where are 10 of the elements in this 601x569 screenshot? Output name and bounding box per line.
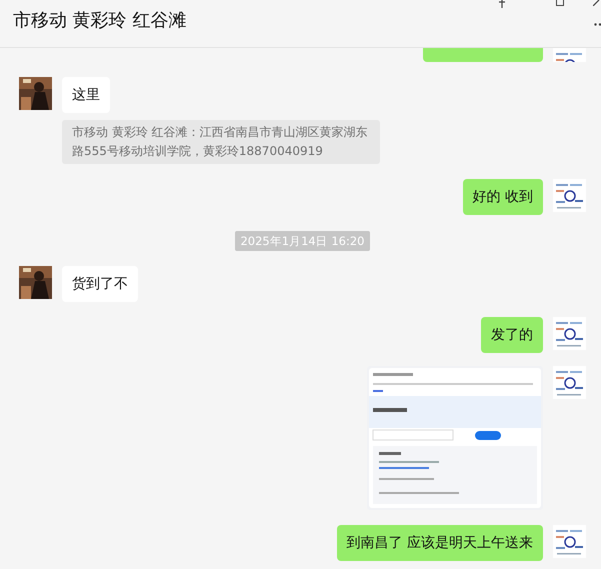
message-bubble: 好的 收到 — [462, 179, 543, 215]
quoted-message: 市移动 黄彩玲 红谷滩：江西省南昌市青山湖区黄家湖东路555号移动培训学院，黄彩玲18870040919 — [62, 120, 380, 164]
message-bubble: 发了的 — [481, 317, 543, 353]
message-bubble: 这里 — [62, 77, 110, 113]
maximize-icon[interactable] — [556, 0, 564, 6]
message-bubble: 到南昌了 应该是明天上午送来 — [336, 525, 543, 561]
timestamp: 2025年1月14日 16:20 — [235, 231, 370, 251]
more-icon[interactable] — [594, 23, 601, 26]
message-bubble: 货到了不 — [62, 266, 138, 302]
chat-title: 市移动 黄彩玲 红谷滩 — [13, 12, 186, 30]
